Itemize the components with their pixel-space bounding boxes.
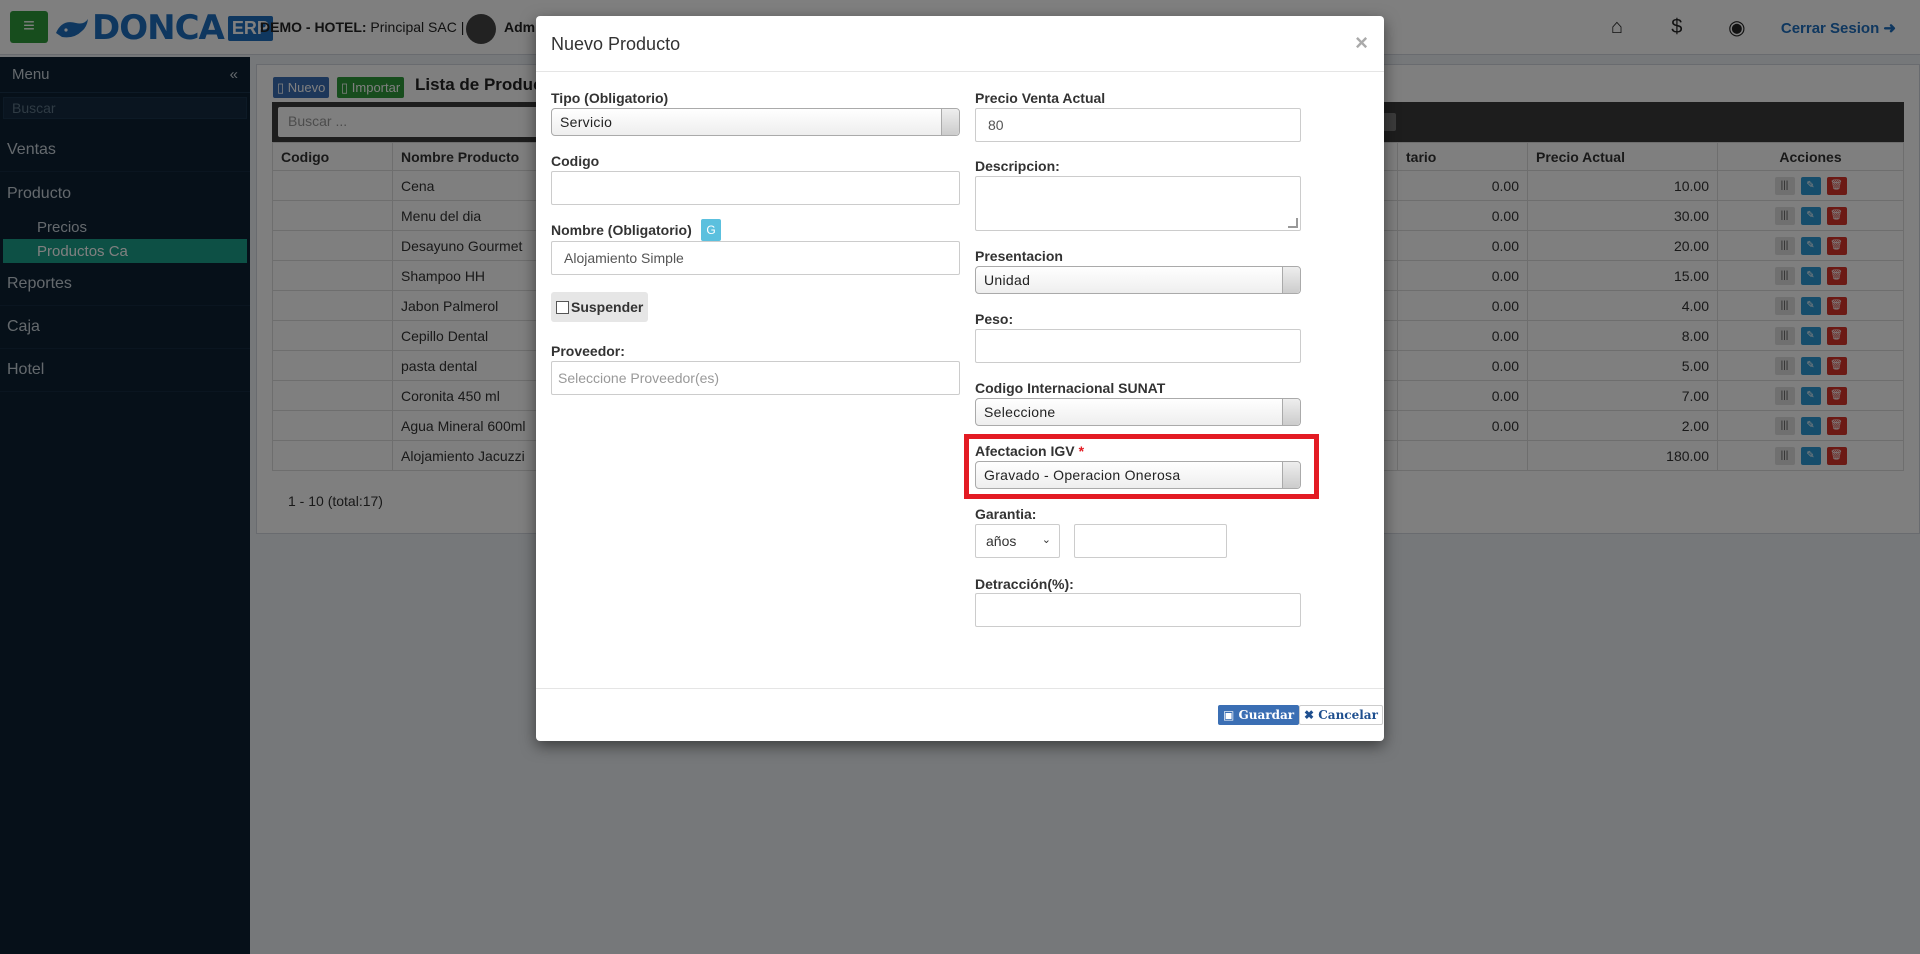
modal-header: Nuevo Producto ×	[536, 16, 1384, 72]
garantia-unit-select[interactable]: años ⌄	[975, 524, 1060, 558]
precio-input[interactable]: 80	[975, 108, 1301, 142]
detraccion-input[interactable]	[975, 593, 1301, 627]
sunat-label: Codigo Internacional SUNAT	[975, 380, 1166, 396]
generate-name-button[interactable]: G	[701, 219, 721, 241]
igv-highlight-box	[964, 434, 1319, 499]
close-icon[interactable]: ×	[1355, 30, 1368, 56]
presentacion-label: Presentacion	[975, 248, 1063, 264]
dropdown-arrow-icon	[1282, 399, 1300, 425]
precio-label: Precio Venta Actual	[975, 90, 1106, 106]
descripcion-textarea[interactable]	[975, 176, 1301, 231]
garantia-input[interactable]	[1074, 524, 1227, 558]
chevron-down-icon: ⌄	[1041, 534, 1051, 546]
proveedor-input[interactable]: Seleccione Proveedor(es)	[551, 361, 960, 395]
times-icon: ✖	[1304, 708, 1315, 722]
tipo-label: Tipo (Obligatorio)	[551, 90, 669, 106]
garantia-label: Garantia:	[975, 506, 1037, 522]
tipo-select[interactable]: Servicio	[551, 108, 960, 136]
guardar-button[interactable]: ▣ Guardar	[1218, 705, 1300, 725]
presentacion-value: Unidad	[984, 272, 1031, 288]
suspender-label: Suspender	[571, 299, 644, 315]
guardar-label: Guardar	[1238, 708, 1295, 722]
tipo-value: Servicio	[560, 114, 613, 130]
descripcion-label: Descripcion:	[975, 158, 1060, 174]
checkbox-icon[interactable]	[556, 300, 569, 314]
suspender-checkbox[interactable]: Suspender	[551, 292, 649, 322]
dropdown-arrow-icon	[1282, 267, 1300, 293]
proveedor-label: Proveedor:	[551, 343, 625, 359]
sunat-select[interactable]: Seleccione	[975, 398, 1301, 426]
peso-label: Peso:	[975, 311, 1014, 327]
nombre-input[interactable]: Alojamiento Simple	[551, 241, 960, 275]
codigo-input[interactable]	[551, 171, 960, 205]
sunat-value: Seleccione	[984, 404, 1056, 420]
peso-input[interactable]	[975, 329, 1301, 363]
garantia-unit-value: años	[986, 533, 1017, 549]
save-icon: ▣	[1223, 708, 1235, 722]
cancelar-label: Cancelar	[1318, 708, 1378, 722]
detraccion-label: Detracción(%):	[975, 576, 1074, 592]
presentacion-select[interactable]: Unidad	[975, 266, 1301, 294]
modal-title: Nuevo Producto	[551, 34, 681, 54]
nombre-label: Nombre (Obligatorio)	[551, 222, 692, 238]
resize-grip-icon[interactable]	[1288, 218, 1298, 228]
codigo-label: Codigo	[551, 153, 600, 169]
dropdown-arrow-icon	[941, 109, 959, 135]
cancelar-button[interactable]: ✖ Cancelar	[1299, 705, 1383, 725]
